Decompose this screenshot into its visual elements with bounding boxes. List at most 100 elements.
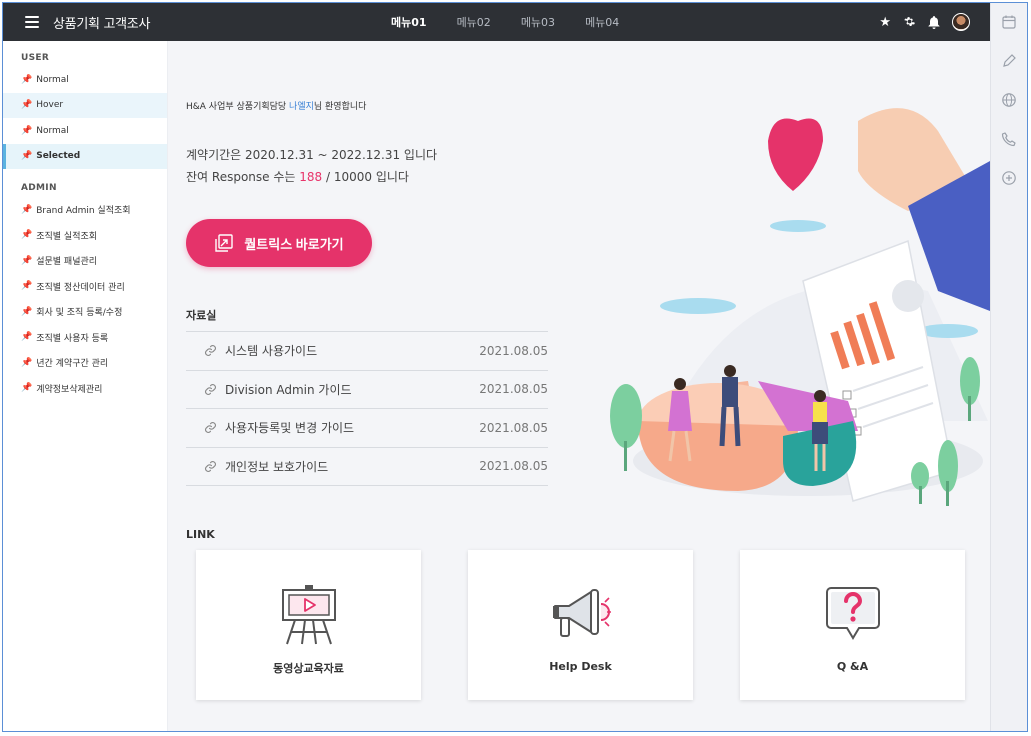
user-name: 나엘지 — [289, 102, 314, 112]
welcome-suffix: 님 환영합니다 — [313, 102, 367, 112]
sidebar-item-label: Brand Admin 실적조회 — [36, 206, 131, 217]
sidebar-item-company-org[interactable]: 📌 회사 및 조직 등록/수정 — [3, 299, 167, 325]
remaining-responses: 잔여 Response 수는 188 / 10000 입니다 — [186, 166, 437, 188]
link-icon — [205, 460, 216, 472]
bell-icon[interactable] — [928, 15, 940, 29]
welcome-prefix: H&A 사업부 상품기획담당 — [186, 102, 290, 112]
pin-icon: 📌 — [21, 306, 33, 317]
pin-icon: 📌 — [21, 125, 33, 136]
contract-period: 계약기간은 2020.12.31 ~ 2022.12.31 입니다 — [186, 148, 438, 162]
library-item[interactable]: 개인정보 보호가이드 2021.08.05 — [186, 448, 548, 486]
library-item[interactable]: 사용자등록및 변경 가이드 2021.08.05 — [186, 409, 548, 448]
pin-icon: 📌 — [21, 357, 33, 368]
sidebar-item-contract-delete[interactable]: 📌 계약정보삭제관리 — [3, 376, 167, 402]
link-icon — [205, 422, 216, 434]
library-item-label: Division Admin 가이드 — [225, 382, 352, 397]
app-title: 상품기획 고객조사 — [53, 16, 151, 32]
sidebar-item-hover[interactable]: 📌 Hover — [3, 92, 167, 118]
sidebar-item-contract-period[interactable]: 📌 년간 계약구간 관리 — [3, 350, 167, 376]
video-easel-icon — [281, 585, 336, 645]
remaining-count: 188 — [299, 170, 323, 184]
pin-icon: 📌 — [21, 383, 33, 394]
sidebar-item-normal[interactable]: 📌 Normal — [3, 67, 167, 93]
avatar[interactable] — [952, 13, 970, 31]
menu-item-03[interactable]: 메뉴03 — [521, 14, 555, 30]
link-icon — [205, 383, 216, 395]
pin-icon: 📌 — [21, 204, 33, 215]
pin-icon: 📌 — [21, 100, 33, 111]
hamburger-menu-icon[interactable] — [25, 16, 39, 28]
link-card-qna[interactable]: Q &A — [740, 550, 965, 700]
link-card-label: Q &A — [836, 660, 869, 673]
main-content: H&A 사업부 상품기획담당 나엘지님 환영합니다 계약기간은 2020.12.… — [168, 41, 990, 731]
sidebar-section-admin: ADMIN — [21, 183, 57, 193]
sidebar-item-panel-management[interactable]: 📌 설문별 패널관리 — [3, 248, 167, 274]
sidebar-item-org-performance[interactable]: 📌 조직별 실적조회 — [3, 223, 167, 249]
sidebar-item-label: Hover — [36, 100, 64, 111]
library-item[interactable]: Division Admin 가이드 2021.08.05 — [186, 371, 548, 409]
menu-item-04[interactable]: 메뉴04 — [585, 14, 619, 30]
pin-icon: 📌 — [21, 281, 33, 292]
sidebar-item-label: Normal — [36, 74, 69, 85]
sidebar-item-normal-2[interactable]: 📌 Normal — [3, 118, 167, 144]
sidebar-item-user-registration[interactable]: 📌 조직별 사용자 등록 — [3, 325, 167, 351]
contract-info: 계약기간은 2020.12.31 ~ 2022.12.31 입니다 잔여 Res… — [186, 144, 437, 188]
calendar-icon[interactable] — [1001, 14, 1017, 30]
qualtrics-button[interactable]: 퀄트릭스 바로가기 — [186, 219, 372, 267]
star-icon[interactable]: ★ — [879, 15, 891, 30]
library-item-date: 2021.08.05 — [479, 343, 548, 358]
library-list: 시스템 사용가이드 2021.08.05 Division Admin 가이드 … — [186, 331, 548, 486]
top-bar: 상품기획 고객조사 메뉴01 메뉴02 메뉴03 메뉴04 ★ — [3, 3, 990, 41]
qualtrics-button-label: 퀄트릭스 바로가기 — [244, 236, 344, 252]
library-item-label: 사용자등록및 변경 가이드 — [225, 421, 355, 436]
library-item-date: 2021.08.05 — [479, 459, 548, 474]
question-bubble-icon — [825, 587, 880, 640]
megaphone-icon — [552, 589, 611, 637]
sidebar-item-label: 조직별 사용자 등록 — [36, 333, 109, 344]
remaining-prefix: 잔여 Response 수는 — [186, 170, 300, 184]
pencil-icon[interactable] — [1001, 53, 1017, 69]
pin-icon: 📌 — [21, 151, 33, 162]
sidebar-item-label: 조직별 정산데이터 관리 — [36, 282, 125, 293]
sidebar-item-selected[interactable]: 📌 Selected — [3, 143, 167, 169]
external-link-icon — [215, 234, 234, 252]
sidebar-item-label: 계약정보삭제관리 — [36, 384, 103, 395]
survey-illustration — [610, 108, 990, 506]
top-menu: 메뉴01 메뉴02 메뉴03 메뉴04 — [391, 3, 649, 41]
plus-circle-icon[interactable] — [1001, 170, 1017, 186]
app-window: 상품기획 고객조사 메뉴01 메뉴02 메뉴03 메뉴04 ★ USER 📌 No… — [2, 2, 1028, 732]
welcome-message: H&A 사업부 상품기획담당 나엘지님 환영합니다 — [186, 99, 366, 112]
link-section-title: LINK — [186, 528, 215, 541]
pin-icon: 📌 — [21, 74, 33, 85]
library-item-date: 2021.08.05 — [479, 420, 548, 435]
menu-item-02[interactable]: 메뉴02 — [457, 14, 491, 30]
sidebar-item-label: Selected — [36, 151, 81, 162]
sidebar-section-user: USER — [21, 53, 50, 63]
remaining-suffix: / 10000 입니다 — [322, 170, 409, 184]
library-item[interactable]: 시스템 사용가이드 2021.08.05 — [186, 332, 548, 371]
library-item-label: 개인정보 보호가이드 — [225, 459, 329, 474]
sidebar-item-label: 설문별 패널관리 — [36, 257, 98, 268]
top-icons: ★ — [867, 3, 970, 41]
sidebar-item-label: 조직별 실적조회 — [36, 231, 98, 242]
link-card-label: 동영상교육자료 — [273, 662, 344, 675]
right-rail — [990, 3, 1027, 731]
link-icon — [205, 345, 216, 357]
pin-icon: 📌 — [21, 332, 33, 343]
phone-icon[interactable] — [1001, 131, 1017, 147]
sidebar-item-label: 회사 및 조직 등록/수정 — [36, 308, 123, 319]
sidebar-item-settlement-data[interactable]: 📌 조직별 정산데이터 관리 — [3, 274, 167, 300]
link-card-help-desk[interactable]: Help Desk — [468, 550, 693, 700]
library-title: 자료실 — [186, 309, 217, 322]
link-card-video[interactable]: 동영상교육자료 — [196, 550, 421, 700]
gear-icon[interactable] — [903, 16, 916, 29]
pin-icon: 📌 — [21, 230, 33, 241]
menu-item-01[interactable]: 메뉴01 — [391, 14, 427, 30]
library-item-label: 시스템 사용가이드 — [225, 344, 318, 359]
globe-icon[interactable] — [1001, 92, 1017, 108]
sidebar: USER 📌 Normal 📌 Hover 📌 Normal 📌 Selected AD… — [3, 41, 168, 731]
sidebar-item-label: 년간 계약구간 관리 — [36, 359, 109, 370]
link-card-label: Help Desk — [549, 660, 612, 673]
sidebar-item-brand-admin[interactable]: 📌 Brand Admin 실적조회 — [3, 197, 167, 223]
pin-icon: 📌 — [21, 255, 33, 266]
